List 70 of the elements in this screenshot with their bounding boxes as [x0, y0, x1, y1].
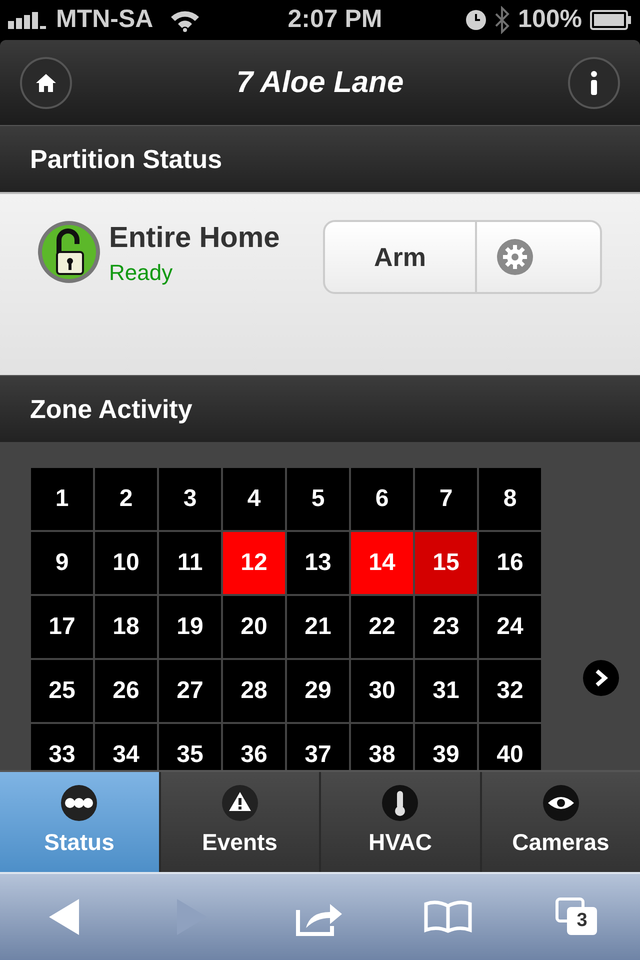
zone-tile[interactable]: 28 [223, 660, 285, 722]
info-button[interactable] [568, 56, 620, 108]
zone-tile[interactable]: 34 [95, 724, 157, 770]
signal-icon [8, 11, 48, 29]
zone-tile[interactable]: 11 [159, 532, 221, 594]
zone-tile[interactable]: 21 [287, 596, 349, 658]
zone-tile[interactable]: 40 [479, 724, 541, 770]
tab[interactable]: HVAC [321, 772, 480, 872]
zone-tile[interactable]: 31 [415, 660, 477, 722]
zone-tile[interactable]: 35 [159, 724, 221, 770]
zone-tile[interactable]: 1 [31, 468, 93, 530]
book-icon [423, 900, 473, 934]
zone-tile[interactable]: 19 [159, 596, 221, 658]
zone-tile[interactable]: 37 [287, 724, 349, 770]
eye-icon [542, 784, 579, 821]
zone-tile[interactable]: 3 [159, 468, 221, 530]
partition-name: Entire Home [109, 221, 281, 256]
zone-tile[interactable]: 18 [95, 596, 157, 658]
zone-tile[interactable]: 14 [351, 532, 413, 594]
zone-tile[interactable]: 20 [223, 596, 285, 658]
zone-tile[interactable]: 4 [223, 468, 285, 530]
gear-icon [497, 239, 533, 275]
zone-tile[interactable]: 10 [95, 532, 157, 594]
thermometer-icon [382, 784, 418, 821]
zone-tile[interactable]: 15 [415, 532, 477, 594]
zone-tile[interactable]: 33 [31, 724, 93, 770]
zone-tile[interactable]: 38 [351, 724, 413, 770]
zone-tile[interactable]: 22 [351, 596, 413, 658]
zone-tile[interactable]: 30 [351, 660, 413, 722]
zone-tile[interactable]: 23 [415, 596, 477, 658]
bluetooth-icon [494, 6, 510, 34]
zone-tile[interactable]: 12 [223, 532, 285, 594]
zone-tile[interactable]: 25 [31, 660, 93, 722]
info-icon [589, 70, 599, 94]
chevron-right-icon [594, 669, 608, 687]
battery-percent: 100% [518, 4, 582, 36]
battery-icon [590, 10, 632, 30]
zone-tile[interactable]: 26 [95, 660, 157, 722]
unlocked-padlock-icon [37, 220, 101, 284]
warning-icon [222, 784, 258, 821]
zone-tile[interactable]: 7 [415, 468, 477, 530]
zone-tile[interactable]: 5 [287, 468, 349, 530]
zone-tile[interactable]: 29 [287, 660, 349, 722]
zone-tile[interactable]: 16 [479, 532, 541, 594]
zone-tile[interactable]: 36 [223, 724, 285, 770]
zone-tile[interactable]: 17 [31, 596, 93, 658]
zone-tile[interactable]: 24 [479, 596, 541, 658]
dots-icon [61, 784, 98, 821]
pages-button[interactable]: 3 [541, 887, 611, 947]
zone-tile[interactable]: 6 [351, 468, 413, 530]
page-title: 7 Aloe Lane [236, 65, 404, 101]
left-triangle-icon [48, 898, 80, 936]
partition-status: Ready [109, 259, 174, 287]
home-button[interactable] [20, 56, 72, 108]
tab[interactable]: Events [160, 772, 319, 872]
tab[interactable]: Cameras [482, 772, 640, 872]
zone-tile[interactable]: 13 [287, 532, 349, 594]
alarm-clock-icon [466, 10, 486, 30]
carrier-name: MTN-SA [56, 4, 154, 36]
zone-tile[interactable]: 27 [159, 660, 221, 722]
home-icon [35, 72, 57, 92]
zone-tile[interactable]: 39 [415, 724, 477, 770]
section-title: Partition Status [30, 142, 222, 176]
next-button[interactable] [583, 660, 619, 696]
zone-tile[interactable]: 8 [479, 468, 541, 530]
zone-tile[interactable]: 2 [95, 468, 157, 530]
section-title: Zone Activity [30, 392, 192, 426]
zone-tile[interactable]: 9 [31, 532, 93, 594]
zone-tile[interactable]: 32 [479, 660, 541, 722]
clock-time: 2:07 PM [286, 4, 384, 36]
